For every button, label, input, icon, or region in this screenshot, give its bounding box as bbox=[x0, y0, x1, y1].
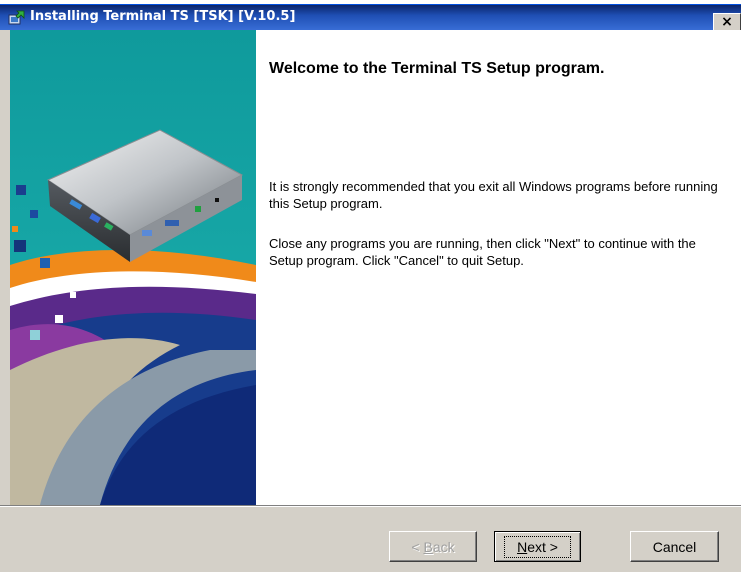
back-label: < Back bbox=[411, 538, 455, 555]
button-bar: < Back Next > Cancel bbox=[0, 505, 741, 572]
next-label: Next > bbox=[504, 535, 571, 558]
instructions-text: Close any programs you are running, then… bbox=[269, 236, 696, 268]
terminal-device-artwork bbox=[10, 30, 256, 505]
window-title: Installing Terminal TS [TSK] [V.10.5] bbox=[30, 9, 296, 24]
recommendation-text: It is strongly recommended that you exit… bbox=[269, 179, 718, 211]
cancel-button[interactable]: Cancel bbox=[630, 531, 719, 562]
back-button[interactable]: < Back bbox=[389, 531, 477, 562]
installer-icon bbox=[8, 10, 25, 25]
next-button[interactable]: Next > bbox=[494, 531, 581, 562]
welcome-heading: Welcome to the Terminal TS Setup program… bbox=[269, 60, 605, 77]
setup-banner-image bbox=[0, 30, 256, 505]
close-button[interactable]: × bbox=[713, 13, 741, 31]
title-bar[interactable]: Installing Terminal TS [TSK] [V.10.5] × bbox=[0, 4, 741, 31]
close-icon: × bbox=[721, 14, 733, 30]
welcome-panel: Welcome to the Terminal TS Setup program… bbox=[256, 30, 741, 505]
